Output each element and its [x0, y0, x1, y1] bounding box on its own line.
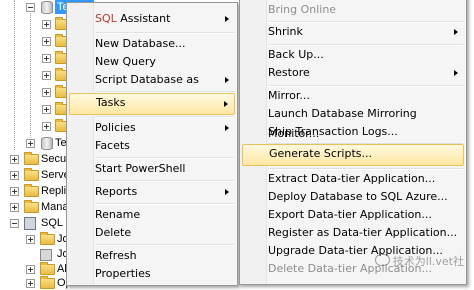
- menu-item-label: Rename: [95, 208, 141, 221]
- tree-connector: [30, 10, 31, 140]
- menu-item-label: Properties: [95, 267, 151, 280]
- tasks-submenu: Bring Online Shrink Back Up... Restore M…: [239, 0, 467, 285]
- expand-icon[interactable]: [26, 279, 35, 288]
- menu-item-label: Refresh: [95, 249, 137, 262]
- menu-item-label: Generate Scripts...: [269, 147, 372, 160]
- expand-icon[interactable]: [10, 155, 19, 164]
- agent-icon: [24, 217, 36, 230]
- expand-icon[interactable]: [42, 122, 51, 131]
- tree-node-label: Te: [55, 137, 67, 149]
- tree-connector: [14, 0, 15, 150]
- menu-item-label: Back Up...: [268, 48, 324, 61]
- tree-node-label: Mana: [41, 201, 69, 213]
- menu-item-label: Shrink: [268, 25, 303, 38]
- menu-item-label: Deploy Database to SQL Azure...: [268, 190, 448, 203]
- menu-item-label: Delete: [95, 226, 132, 239]
- expand-icon[interactable]: [26, 139, 35, 148]
- menu-item-label: Tasks: [96, 96, 126, 109]
- menu-item-new-query[interactable]: New Query: [69, 52, 235, 72]
- menu-item-bring-online: Bring Online: [242, 0, 464, 20]
- expand-icon[interactable]: [42, 71, 51, 80]
- menu-item-mirror[interactable]: Mirror...: [242, 86, 464, 106]
- expand-icon[interactable]: [10, 171, 19, 180]
- folder-icon: [24, 184, 39, 197]
- menu-item-label: Policies: [95, 121, 136, 134]
- menu-item-label: SQL Assistant: [95, 12, 171, 25]
- menu-item-label: Extract Data-tier Application...: [268, 172, 436, 185]
- collapse-icon[interactable]: [26, 3, 35, 12]
- menu-item-label: Export Data-tier Application...: [268, 208, 432, 221]
- menu-item-export-data-tier[interactable]: Export Data-tier Application...: [242, 205, 464, 225]
- menu-item-restore[interactable]: Restore: [242, 63, 464, 83]
- watermark-logo-icon: [374, 254, 390, 266]
- submenu-arrow-icon: [225, 77, 229, 83]
- database-icon: [41, 1, 53, 14]
- menu-item-generate-scripts[interactable]: Generate Scripts...: [242, 144, 464, 166]
- expand-icon[interactable]: [42, 88, 51, 97]
- submenu-arrow-icon: [225, 125, 229, 131]
- menu-item-ship-transaction-logs[interactable]: Ship Transaction Logs...: [242, 122, 464, 142]
- folder-icon: [24, 168, 39, 181]
- menu-item-label: Script Database as: [95, 73, 199, 86]
- menu-item-label: Mirror...: [268, 89, 310, 102]
- submenu-arrow-icon: [225, 16, 229, 22]
- context-menu: SQL Assistant New Database... New Query …: [66, 2, 238, 286]
- folder-icon: [24, 200, 39, 213]
- menu-item-label: Restore: [268, 66, 310, 79]
- menu-item-label: Reports: [95, 185, 138, 198]
- menu-item-label: Facets: [95, 139, 130, 152]
- menu-item-new-database[interactable]: New Database...: [69, 34, 235, 54]
- menu-item-reports[interactable]: Reports: [69, 182, 235, 202]
- folder-icon: [40, 262, 55, 275]
- job-activity-icon: [40, 249, 52, 261]
- expand-icon[interactable]: [10, 203, 19, 212]
- menu-item-rename[interactable]: Rename: [69, 205, 235, 225]
- folder-icon: [24, 152, 39, 165]
- menu-item-properties[interactable]: Properties: [69, 264, 235, 284]
- expand-icon[interactable]: [42, 105, 51, 114]
- menu-item-register-data-tier[interactable]: Register as Data-tier Application...: [242, 223, 464, 243]
- expand-icon[interactable]: [42, 37, 51, 46]
- menu-item-label: New Query: [95, 55, 156, 68]
- folder-icon: [40, 232, 55, 245]
- menu-item-sql-assistant[interactable]: SQL Assistant: [69, 9, 235, 29]
- expand-icon[interactable]: [42, 20, 51, 29]
- menu-item-refresh[interactable]: Refresh: [69, 246, 235, 266]
- menu-item-launch-mirroring-monitor[interactable]: Launch Database Mirroring Monitor...: [242, 104, 464, 140]
- menu-item-shrink[interactable]: Shrink: [242, 22, 464, 42]
- expand-icon[interactable]: [42, 54, 51, 63]
- menu-item-policies[interactable]: Policies: [69, 118, 235, 138]
- expand-icon[interactable]: [26, 265, 35, 274]
- menu-item-back-up[interactable]: Back Up...: [242, 45, 464, 65]
- expand-icon[interactable]: [10, 187, 19, 196]
- database-icon: [41, 137, 53, 150]
- submenu-arrow-icon: [224, 101, 228, 107]
- submenu-arrow-icon: [454, 70, 458, 76]
- collapse-icon[interactable]: [10, 219, 19, 228]
- menu-item-script-database-as[interactable]: Script Database as: [69, 70, 235, 90]
- menu-item-delete[interactable]: Delete: [69, 223, 235, 243]
- menu-item-start-powershell[interactable]: Start PowerShell: [69, 159, 235, 179]
- menu-item-label: Register as Data-tier Application...: [268, 226, 458, 239]
- folder-icon: [40, 276, 55, 289]
- menu-item-label: Start PowerShell: [95, 162, 186, 175]
- watermark: 技术为ll.vet社: [374, 253, 464, 269]
- menu-item-extract-data-tier[interactable]: Extract Data-tier Application...: [242, 169, 464, 189]
- menu-item-facets[interactable]: Facets: [69, 136, 235, 156]
- menu-item-label: Bring Online: [268, 3, 337, 16]
- menu-item-deploy-to-sql-azure[interactable]: Deploy Database to SQL Azure...: [242, 187, 464, 207]
- submenu-arrow-icon: [225, 189, 229, 195]
- menu-item-label: New Database...: [95, 37, 186, 50]
- menu-item-label: Ship Transaction Logs...: [268, 125, 398, 138]
- expand-icon[interactable]: [26, 235, 35, 244]
- submenu-arrow-icon: [454, 29, 458, 35]
- menu-item-tasks[interactable]: Tasks: [69, 93, 235, 115]
